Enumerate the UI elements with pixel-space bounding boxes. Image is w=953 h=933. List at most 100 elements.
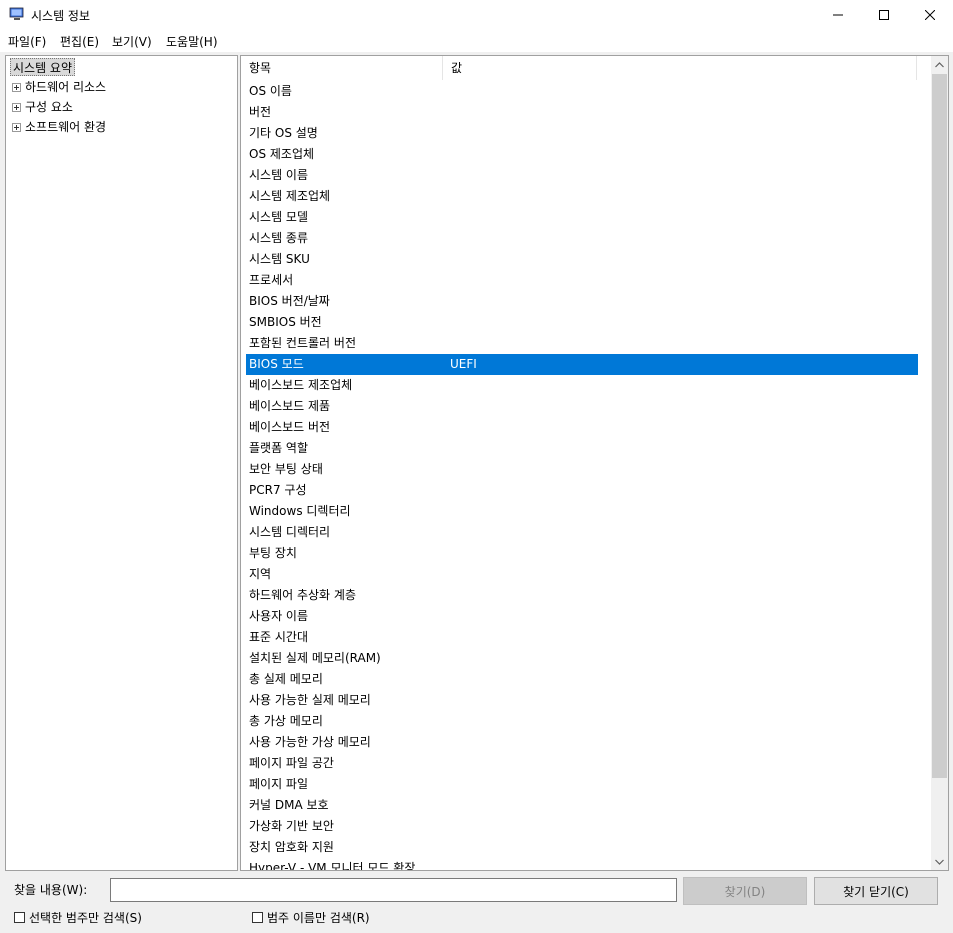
table-row[interactable]: 지역 <box>246 564 918 585</box>
menu-file[interactable]: 파일(F) <box>8 33 46 50</box>
row-item-cell: 표준 시간대 <box>249 630 309 644</box>
table-row[interactable]: 하드웨어 추상화 계층 <box>246 585 918 606</box>
tree-item-label: 구성 요소 <box>25 100 73 114</box>
row-item-cell: 베이스보드 제조업체 <box>249 378 353 392</box>
table-row[interactable]: 부팅 장치 <box>246 543 918 564</box>
table-row[interactable]: OS 제조업체 <box>246 144 918 165</box>
table-row[interactable]: 기타 OS 설명 <box>246 123 918 144</box>
find-button[interactable]: 찾기(D) <box>683 877 807 905</box>
maximize-button[interactable] <box>861 0 907 30</box>
row-item-cell: 총 가상 메모리 <box>249 714 323 728</box>
expand-plus-icon[interactable] <box>12 123 21 132</box>
tree-item-components[interactable]: 구성 요소 <box>12 98 73 116</box>
close-button[interactable] <box>907 0 953 30</box>
row-item-cell: 부팅 장치 <box>249 546 297 560</box>
table-row[interactable]: 포함된 컨트롤러 버전 <box>246 333 918 354</box>
row-item-cell: PCR7 구성 <box>249 483 307 497</box>
table-row[interactable]: 프로세서 <box>246 270 918 291</box>
menu-edit[interactable]: 편집(E) <box>60 33 99 50</box>
row-item-cell: 사용 가능한 가상 메모리 <box>249 735 371 749</box>
checkbox-label: 범주 이름만 검색(R) <box>267 911 370 925</box>
table-row[interactable]: 사용자 이름 <box>246 606 918 627</box>
table-row[interactable]: 시스템 SKU <box>246 249 918 270</box>
row-item-cell: Hyper-V - VM 모니터 모드 확장 <box>249 861 416 870</box>
checkbox-box[interactable] <box>252 912 263 923</box>
row-value-cell: UEFI <box>450 357 477 371</box>
row-item-cell: 플랫폼 역할 <box>249 441 309 455</box>
tree-item-system-summary[interactable]: 시스템 요약 <box>10 58 76 76</box>
minimize-button[interactable] <box>815 0 861 30</box>
table-row[interactable]: Windows 디렉터리 <box>246 501 918 522</box>
table-row[interactable]: 베이스보드 제조업체 <box>246 375 918 396</box>
table-row[interactable]: 플랫폼 역할 <box>246 438 918 459</box>
menu-help[interactable]: 도움말(H) <box>166 33 218 50</box>
minimize-icon <box>833 14 843 16</box>
checkbox-box[interactable] <box>14 912 25 923</box>
table-row[interactable]: OS 이름 <box>246 81 918 102</box>
column-header-item[interactable]: 항목 <box>241 56 443 80</box>
scroll-down-button[interactable] <box>931 853 948 870</box>
row-item-cell: 시스템 SKU <box>249 252 310 266</box>
table-row[interactable]: SMBIOS 버전 <box>246 312 918 333</box>
menu-view[interactable]: 보기(V) <box>112 33 152 50</box>
table-row[interactable]: 페이지 파일 공간 <box>246 753 918 774</box>
table-row[interactable]: 베이스보드 제품 <box>246 396 918 417</box>
table-row[interactable]: 장치 암호화 지원 <box>246 837 918 858</box>
table-row[interactable]: 보안 부팅 상태 <box>246 459 918 480</box>
table-row[interactable]: 페이지 파일 <box>246 774 918 795</box>
table-row[interactable]: 사용 가능한 실제 메모리 <box>246 690 918 711</box>
table-row[interactable]: 설치된 실제 메모리(RAM) <box>246 648 918 669</box>
close-icon <box>925 10 935 20</box>
row-item-cell: 시스템 제조업체 <box>249 189 331 203</box>
row-item-cell: 페이지 파일 <box>249 777 309 791</box>
find-label: 찾을 내용(W): <box>14 883 88 897</box>
search-category-names-checkbox[interactable]: 범주 이름만 검색(R) <box>252 909 370 926</box>
row-item-cell: 시스템 종류 <box>249 231 309 245</box>
search-selected-category-checkbox[interactable]: 선택한 범주만 검색(S) <box>14 909 142 926</box>
table-row[interactable]: Hyper-V - VM 모니터 모드 확장 <box>246 858 918 870</box>
row-item-cell: 하드웨어 추상화 계층 <box>249 588 356 602</box>
table-row[interactable]: BIOS 모드 UEFI <box>246 354 918 375</box>
expand-plus-icon[interactable] <box>12 83 21 92</box>
table-row[interactable]: 시스템 종류 <box>246 228 918 249</box>
row-item-cell: 설치된 실제 메모리(RAM) <box>249 651 381 665</box>
row-item-cell: 총 실제 메모리 <box>249 672 323 686</box>
table-row[interactable]: 표준 시간대 <box>246 627 918 648</box>
close-find-button[interactable]: 찾기 닫기(C) <box>814 877 938 905</box>
table-row[interactable]: 가상화 기반 보안 <box>246 816 918 837</box>
tree-item-software-environment[interactable]: 소프트웨어 환경 <box>12 118 106 136</box>
table-row[interactable]: 버전 <box>246 102 918 123</box>
category-tree[interactable]: 시스템 요약 하드웨어 리소스 구성 요소 소프트웨어 환경 <box>5 55 238 871</box>
row-item-cell: 베이스보드 버전 <box>249 420 331 434</box>
expand-plus-icon[interactable] <box>12 103 21 112</box>
vertical-scrollbar[interactable] <box>931 56 948 870</box>
scrollbar-thumb[interactable] <box>932 74 947 778</box>
column-header-value[interactable]: 값 <box>443 56 917 80</box>
row-item-cell: OS 제조업체 <box>249 147 315 161</box>
table-row[interactable]: 시스템 제조업체 <box>246 186 918 207</box>
row-item-cell: 시스템 디렉터리 <box>249 525 331 539</box>
table-row[interactable]: 시스템 이름 <box>246 165 918 186</box>
table-row[interactable]: 사용 가능한 가상 메모리 <box>246 732 918 753</box>
checkbox-label: 선택한 범주만 검색(S) <box>29 911 142 925</box>
table-row[interactable]: 시스템 디렉터리 <box>246 522 918 543</box>
table-row[interactable]: PCR7 구성 <box>246 480 918 501</box>
table-row[interactable]: 총 실제 메모리 <box>246 669 918 690</box>
table-row[interactable]: BIOS 버전/날짜 <box>246 291 918 312</box>
row-item-cell: 프로세서 <box>249 273 294 287</box>
table-row[interactable]: 커널 DMA 보호 <box>246 795 918 816</box>
tree-item-label: 소프트웨어 환경 <box>25 120 107 134</box>
menu-bar: 파일(F) 편집(E) 보기(V) 도움말(H) <box>0 30 953 52</box>
find-input[interactable] <box>110 878 677 902</box>
row-item-cell: 시스템 이름 <box>249 168 309 182</box>
row-item-cell: 포함된 컨트롤러 버전 <box>249 336 356 350</box>
table-row[interactable]: 시스템 모델 <box>246 207 918 228</box>
list-header: 항목 값 <box>241 56 919 80</box>
scroll-up-button[interactable] <box>931 56 948 73</box>
chevron-down-icon <box>935 859 944 865</box>
table-row[interactable]: 베이스보드 버전 <box>246 417 918 438</box>
details-list[interactable]: 항목 값 OS 이름 버전기타 OS 설명 OS 제조업체시스템 이름시스템 제조업… <box>240 55 949 871</box>
table-row[interactable]: 총 가상 메모리 <box>246 711 918 732</box>
tree-item-hardware-resources[interactable]: 하드웨어 리소스 <box>12 78 106 96</box>
row-item-cell: 기타 OS 설명 <box>249 126 318 140</box>
